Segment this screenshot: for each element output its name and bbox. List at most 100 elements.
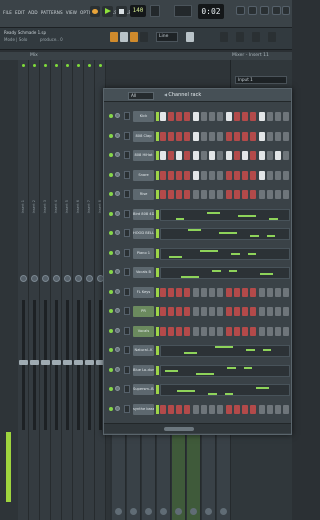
- step-button[interactable]: [259, 151, 265, 160]
- channel-volume-knob[interactable]: [115, 366, 120, 372]
- channel-row[interactable]: Piano 1: [104, 246, 291, 262]
- step-button[interactable]: [250, 190, 256, 199]
- pan-knob[interactable]: [31, 275, 38, 282]
- channel-name-button[interactable]: Vocals: [133, 325, 154, 337]
- channel-name-button[interactable]: HOOD BELL: [133, 228, 154, 239]
- input-select[interactable]: Input 1: [235, 76, 287, 84]
- step-button[interactable]: [184, 112, 190, 121]
- channel-name-button[interactable]: PR: [133, 306, 154, 317]
- step-button[interactable]: [259, 190, 265, 199]
- channel-mixer-track[interactable]: [124, 326, 130, 335]
- channel-name-button[interactable]: Vocals B: [133, 267, 154, 278]
- channel-select-indicator[interactable]: [156, 307, 159, 316]
- step-button[interactable]: [234, 151, 240, 160]
- channel-select-indicator[interactable]: [156, 326, 159, 336]
- channel-name-button[interactable]: 808 Clap: [133, 130, 154, 142]
- tempo-display[interactable]: 140: [130, 5, 146, 17]
- channel-volume-knob[interactable]: [115, 269, 120, 274]
- channel-rack-header[interactable]: All Channel rack: [104, 89, 291, 102]
- step-button[interactable]: [226, 404, 232, 414]
- step-button[interactable]: [267, 170, 273, 180]
- snap-icon[interactable]: [110, 32, 118, 42]
- channel-row[interactable]: Kick: [104, 109, 291, 125]
- piano-roll-preview[interactable]: [160, 208, 290, 221]
- step-button[interactable]: [193, 287, 199, 297]
- step-button[interactable]: [217, 170, 223, 180]
- bus-knob[interactable]: [130, 508, 137, 515]
- step-button[interactable]: [283, 151, 289, 160]
- channel-row[interactable]: Supersm..Ballistic: [104, 382, 291, 398]
- step-button[interactable]: [242, 170, 248, 180]
- step-button[interactable]: [209, 190, 215, 199]
- step-button[interactable]: [168, 112, 174, 121]
- strip-led[interactable]: [22, 64, 25, 67]
- bus-knob[interactable]: [220, 508, 227, 515]
- mixer-icon[interactable]: [272, 6, 281, 15]
- pan-knob[interactable]: [64, 275, 71, 282]
- step-button[interactable]: [234, 112, 240, 121]
- mixer-bus-strip[interactable]: [112, 434, 126, 520]
- mixer-strip[interactable]: Insert 3: [40, 60, 51, 520]
- step-button[interactable]: [234, 307, 240, 316]
- step-button[interactable]: [168, 131, 174, 141]
- step-button[interactable]: [283, 326, 289, 336]
- step-button[interactable]: [160, 112, 166, 121]
- channel-mixer-track[interactable]: [124, 170, 130, 179]
- channel-row[interactable]: Rise: [104, 187, 291, 203]
- step-button[interactable]: [275, 307, 281, 316]
- plugin-icon[interactable]: [268, 32, 276, 42]
- step-button[interactable]: [275, 170, 281, 180]
- channel-select-indicator[interactable]: [156, 229, 159, 238]
- step-button[interactable]: [160, 307, 166, 316]
- channel-led[interactable]: [109, 133, 113, 138]
- channel-led[interactable]: [109, 172, 113, 177]
- channel-select-indicator[interactable]: [156, 287, 159, 297]
- piano-roll-icon[interactable]: [248, 6, 257, 15]
- step-button[interactable]: [250, 131, 256, 141]
- channel-led[interactable]: [109, 387, 113, 391]
- step-button[interactable]: [217, 404, 223, 414]
- channel-row[interactable]: 808 Clap: [104, 129, 291, 145]
- step-button[interactable]: [217, 326, 223, 336]
- step-button[interactable]: [168, 326, 174, 336]
- step-button[interactable]: [226, 326, 232, 336]
- step-button[interactable]: [267, 131, 273, 141]
- channel-led[interactable]: [109, 289, 113, 294]
- step-button[interactable]: [283, 170, 289, 180]
- strip-led[interactable]: [77, 64, 80, 67]
- metronome-icon[interactable]: [140, 32, 148, 42]
- bus-knob[interactable]: [205, 508, 212, 515]
- mixer-strip[interactable]: Insert 5: [62, 60, 73, 520]
- fader-cap[interactable]: [30, 360, 39, 365]
- channel-volume-knob[interactable]: [115, 249, 120, 255]
- step-button[interactable]: [184, 307, 190, 316]
- playlist-icon[interactable]: [236, 6, 245, 15]
- channel-volume-knob[interactable]: [115, 288, 120, 294]
- step-button[interactable]: [275, 287, 281, 297]
- step-button[interactable]: [275, 112, 281, 121]
- channel-row[interactable]: PR: [104, 304, 291, 320]
- channel-led[interactable]: [109, 211, 113, 216]
- volume-fader[interactable]: [55, 300, 58, 430]
- step-button[interactable]: [267, 287, 273, 297]
- mic-icon[interactable]: [252, 32, 260, 42]
- channel-volume-knob[interactable]: [115, 191, 120, 196]
- step-button[interactable]: [259, 170, 265, 180]
- menu-item-view[interactable]: VIEW: [65, 10, 78, 15]
- channel-mixer-track[interactable]: [124, 365, 130, 374]
- channel-row[interactable]: Blue Lo-dun: [104, 363, 291, 379]
- channel-led[interactable]: [109, 367, 113, 372]
- channel-led[interactable]: [109, 153, 113, 157]
- strip-led[interactable]: [44, 64, 47, 67]
- song-mode-icon[interactable]: [130, 32, 138, 42]
- step-button[interactable]: [201, 307, 207, 316]
- channel-select-indicator[interactable]: [156, 404, 159, 414]
- step-button[interactable]: [267, 307, 273, 316]
- step-button[interactable]: [217, 190, 223, 199]
- volume-fader[interactable]: [88, 300, 91, 430]
- step-button[interactable]: [242, 326, 248, 336]
- piano-roll-preview[interactable]: [160, 384, 290, 396]
- volume-fader[interactable]: [44, 300, 47, 430]
- step-button[interactable]: [242, 151, 248, 160]
- time-signature-box[interactable]: [150, 5, 160, 17]
